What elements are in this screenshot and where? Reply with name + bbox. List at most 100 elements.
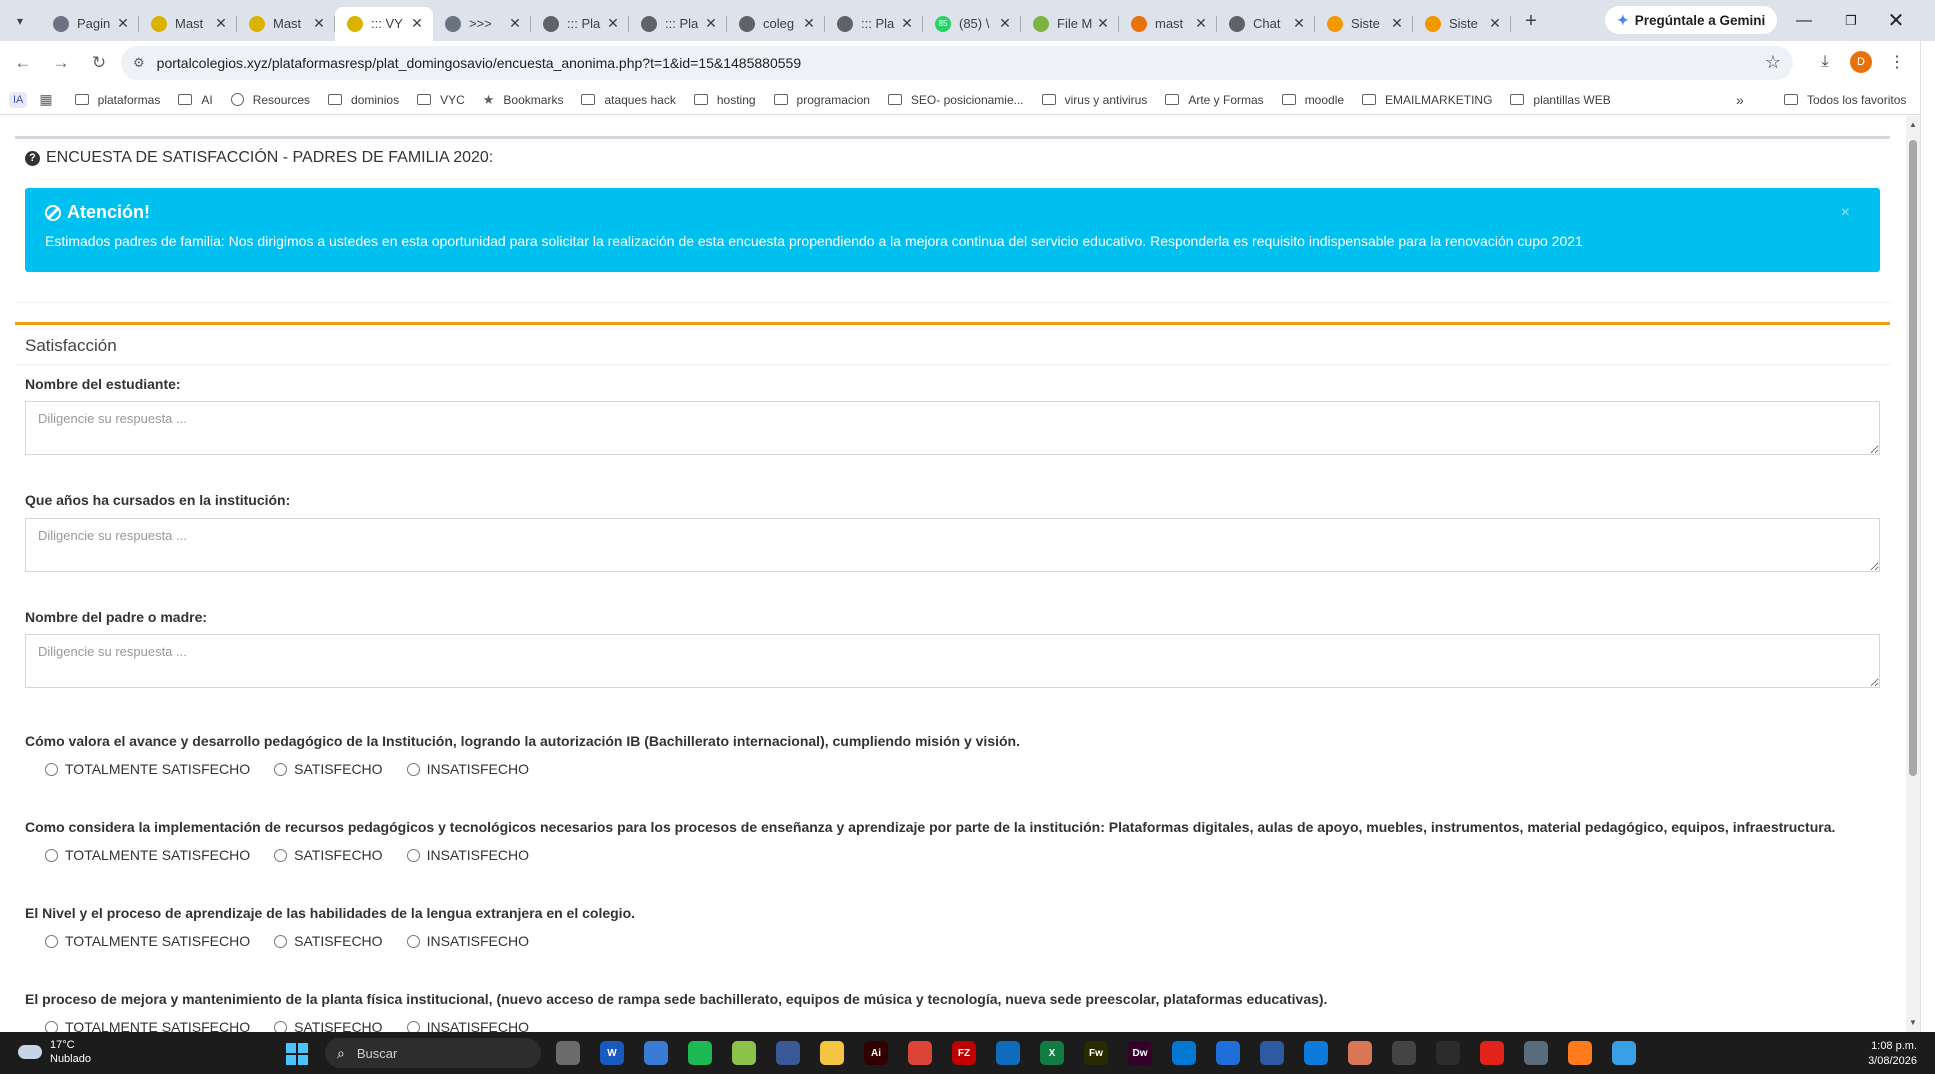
radio-option[interactable]: INSATISFECHO (406, 1019, 529, 1032)
dreamweaver-icon[interactable]: Dw (1128, 1041, 1152, 1065)
radio-button[interactable] (45, 1020, 58, 1032)
years-attended-field[interactable] (25, 518, 1880, 572)
tab-close-icon[interactable]: ✕ (1095, 15, 1111, 32)
bookmark-item[interactable]: programacion (773, 93, 870, 107)
tab-close-icon[interactable]: ✕ (1291, 15, 1307, 32)
radio-button[interactable] (406, 848, 420, 862)
app-store-icon[interactable] (1216, 1041, 1240, 1065)
bookmark-star-icon[interactable]: ☆ (1765, 52, 1781, 73)
back-icon[interactable]: ← (8, 48, 38, 78)
parent-name-field[interactable] (25, 634, 1880, 688)
radio-option[interactable]: SATISFECHO (274, 933, 383, 949)
bookmark-item[interactable]: moodle (1281, 93, 1344, 107)
notepad-plus-icon[interactable] (732, 1041, 756, 1065)
tab[interactable]: ::: Pla ✕ (531, 7, 629, 41)
new-tab-button[interactable]: + (1517, 8, 1545, 36)
restore-icon[interactable]: ❐ (1829, 0, 1873, 41)
radio-option[interactable]: TOTALMENTE SATISFECHO (45, 933, 250, 949)
radio-option[interactable]: SATISFECHO (274, 847, 383, 863)
radio-button[interactable] (45, 848, 58, 862)
menu-kebab-icon[interactable]: ⋮ (1882, 47, 1912, 77)
close-window-icon[interactable]: ✕ (1874, 0, 1918, 41)
bookmark-item[interactable]: VYC (417, 93, 465, 107)
url-text[interactable]: portalcolegios.xyz/plataformasresp/plat_… (157, 55, 801, 71)
tab-close-icon[interactable]: ✕ (605, 15, 621, 32)
ia-badge[interactable]: IA (9, 91, 28, 108)
radio-option[interactable]: SATISFECHO (274, 761, 383, 777)
reload-icon[interactable]: ↻ (84, 48, 114, 78)
student-name-field[interactable] (25, 401, 1880, 455)
scroll-thumb[interactable] (1909, 140, 1917, 776)
more-bookmarks-icon[interactable]: » (1736, 92, 1744, 108)
scroll-up-icon[interactable]: ▲ (1909, 120, 1917, 129)
radio-button[interactable] (45, 934, 58, 948)
filezilla-icon[interactable]: FZ (952, 1041, 976, 1065)
radio-button[interactable] (274, 762, 288, 776)
bookmark-item[interactable]: Resources (230, 93, 310, 107)
tab-close-icon[interactable]: ✕ (311, 15, 327, 32)
outlook-icon[interactable] (996, 1041, 1020, 1065)
network-icon[interactable] (776, 1041, 800, 1065)
site-info-icon[interactable]: ⚙ (133, 55, 145, 71)
tab-close-icon[interactable]: ✕ (899, 15, 915, 32)
notepad-icon[interactable] (1612, 1041, 1636, 1065)
weather-widget[interactable]: 17°C Nublado (18, 1038, 91, 1066)
address-bar[interactable]: ⚙ portalcolegios.xyz/plataformasresp/pla… (121, 46, 1793, 80)
tab[interactable]: Mast ✕ (237, 7, 335, 41)
tab[interactable]: Chat ✕ (1217, 7, 1315, 41)
tab-close-icon[interactable]: ✕ (213, 15, 229, 32)
radio-option[interactable]: INSATISFECHO (406, 933, 529, 949)
tab[interactable]: Mast ✕ (139, 7, 237, 41)
bookmark-item[interactable]: dominios (328, 93, 399, 107)
radio-option[interactable]: SATISFECHO (274, 1019, 383, 1032)
apps-grid-icon[interactable]: ▦ (39, 91, 52, 108)
tab[interactable]: Pagin ✕ (41, 7, 139, 41)
bookmark-item[interactable]: ataques hack (581, 93, 676, 107)
tab[interactable]: File M ✕ (1021, 7, 1119, 41)
scroll-down-icon[interactable]: ▼ (1909, 1018, 1917, 1027)
sublime-icon[interactable] (1568, 1041, 1592, 1065)
tab[interactable]: coleg ✕ (727, 7, 825, 41)
tab[interactable]: Siste ✕ (1413, 7, 1511, 41)
box-icon[interactable] (1392, 1041, 1416, 1065)
tab[interactable]: Siste ✕ (1315, 7, 1413, 41)
tab-close-icon[interactable]: ✕ (1487, 15, 1503, 32)
close-icon[interactable]: × (1841, 204, 1850, 222)
bookmark-item[interactable]: EMAILMARKETING (1362, 93, 1492, 107)
minimize-icon[interactable]: — (1782, 0, 1826, 41)
forward-icon[interactable]: → (46, 48, 76, 78)
bookmark-item[interactable]: virus y antivirus (1041, 93, 1147, 107)
all-bookmarks-folder[interactable]: Todos los favoritos (1784, 93, 1906, 107)
camera-icon[interactable] (644, 1041, 668, 1065)
fireworks-icon[interactable]: Fw (1084, 1041, 1108, 1065)
bookmark-item[interactable]: plantillas WEB (1510, 93, 1611, 107)
tab[interactable]: ::: VY ✕ (335, 6, 433, 41)
radio-button[interactable] (406, 762, 420, 776)
tab[interactable]: ::: Pla ✕ (629, 7, 727, 41)
bookmark-item[interactable]: AI (178, 93, 213, 107)
vscode-icon[interactable] (1172, 1041, 1196, 1065)
task-view-icon[interactable] (556, 1041, 580, 1065)
bookmark-item[interactable]: hosting (693, 93, 756, 107)
tab-close-icon[interactable]: ✕ (801, 15, 817, 32)
radio-button[interactable] (274, 848, 288, 862)
tab[interactable]: 85 (85) \ ✕ (923, 7, 1021, 41)
tab-search-chevron-icon[interactable]: ▾ (7, 8, 33, 34)
radio-button[interactable] (274, 1020, 288, 1032)
radio-button[interactable] (274, 934, 288, 948)
profile-button[interactable]: D (1846, 47, 1876, 77)
radio-option[interactable]: INSATISFECHO (406, 847, 529, 863)
radio-button[interactable] (406, 934, 420, 948)
illustrator-icon[interactable]: Ai (864, 1041, 888, 1065)
tab[interactable]: ::: Pla ✕ (825, 7, 923, 41)
bookmark-item[interactable]: plataformas (74, 93, 160, 107)
settings-icon[interactable] (1524, 1041, 1548, 1065)
terminal-icon[interactable] (1436, 1041, 1460, 1065)
claude-icon[interactable] (1348, 1041, 1372, 1065)
tab-close-icon[interactable]: ✕ (507, 15, 523, 32)
page-scrollbar[interactable]: ▲ ▼ (1906, 116, 1920, 1032)
tab-close-icon[interactable]: ✕ (1389, 15, 1405, 32)
radio-option[interactable]: TOTALMENTE SATISFECHO (45, 847, 250, 863)
radio-option[interactable]: TOTALMENTE SATISFECHO (45, 761, 250, 777)
windows-start-icon[interactable] (286, 1043, 308, 1065)
